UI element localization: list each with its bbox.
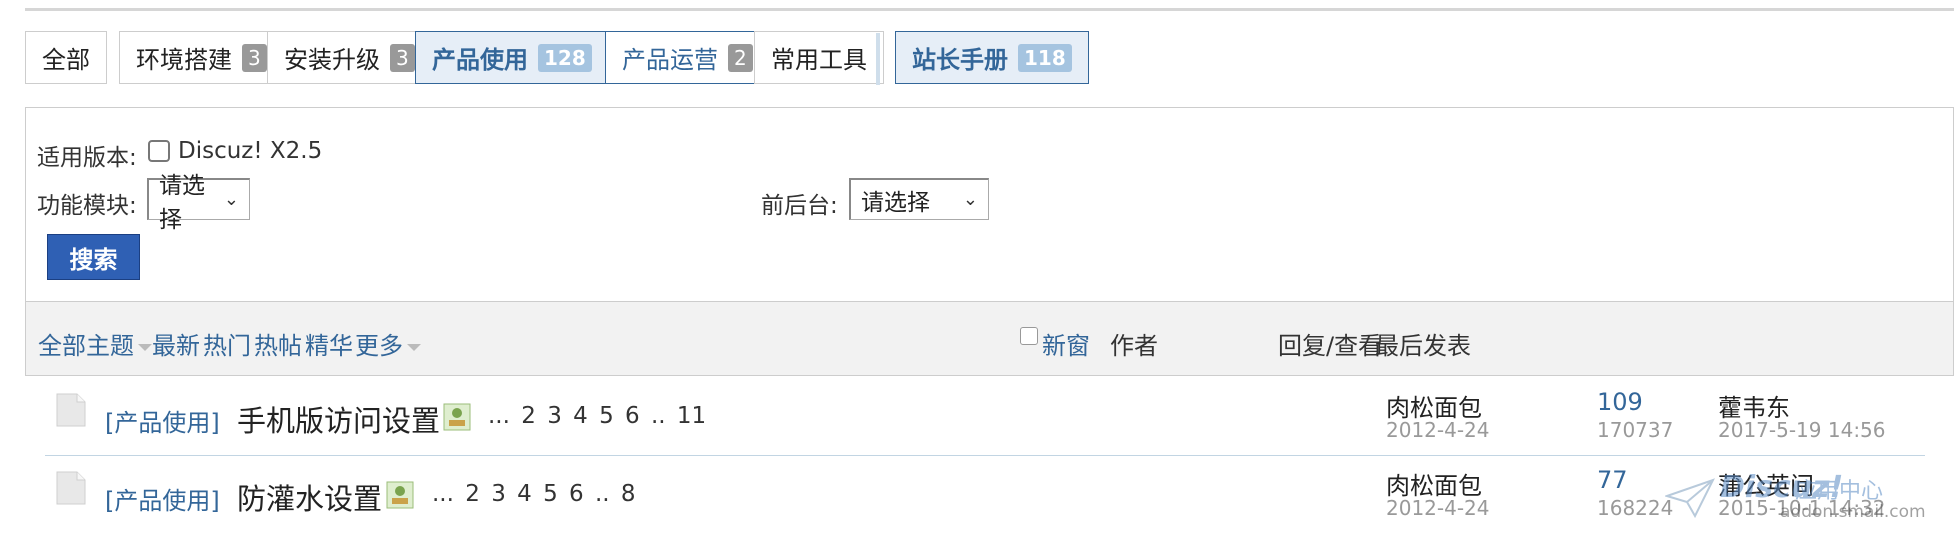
filter-digest[interactable]: 精华 (305, 326, 353, 361)
caret-down-icon (138, 343, 152, 351)
thread-views: 168224 (1597, 496, 1674, 520)
tab-label: 产品运营 (622, 46, 718, 74)
module-label: 功能模块: (37, 193, 137, 219)
reply-view-column-header: 回复/查看 (1278, 332, 1383, 360)
tab-label: 环境搭建 (136, 46, 232, 74)
side-select-value: 请选择 (861, 189, 930, 216)
version-label: 适用版本: (37, 145, 137, 171)
tab-all[interactable]: 全部 (25, 31, 107, 84)
last-post-column-header: 最后发表 (1375, 332, 1471, 360)
version-option-label: Discuz! X2.5 (178, 138, 323, 164)
filter-more[interactable]: 更多 (355, 326, 421, 361)
filter-hot-posts[interactable]: 热帖 (254, 326, 302, 361)
filter-latest[interactable]: 最新 (152, 326, 200, 361)
tab-count-badge: 2 (728, 43, 753, 72)
author-column-header: 作者 (1110, 332, 1158, 360)
tab-product-operation[interactable]: 产品运营 2 (605, 31, 770, 84)
tab-label: 站长手册 (912, 46, 1008, 74)
tab-count-badge: 3 (242, 43, 267, 72)
side-select[interactable]: 请选择 ⌄ (849, 178, 989, 220)
version-checkbox[interactable] (148, 140, 170, 162)
tab-common-tools[interactable]: 常用工具 (754, 31, 884, 84)
filter-all-threads[interactable]: 全部主题 (38, 326, 152, 361)
module-select[interactable]: 请选择 ⌄ (147, 173, 250, 233)
tab-label: 安装升级 (284, 46, 380, 74)
side-label: 前后台: (761, 193, 838, 219)
document-icon (56, 471, 86, 505)
tab-product-usage[interactable]: 产品使用 128 (415, 31, 609, 84)
tab-count-badge: 118 (1018, 43, 1072, 72)
tab-label: 产品使用 (432, 46, 528, 74)
tab-count-badge: 3 (390, 43, 415, 72)
watermark-email: addon.smail.com (1780, 502, 1926, 522)
tab-divider (876, 33, 880, 85)
top-divider (25, 8, 1954, 11)
tab-install-upgrade[interactable]: 安装升级 3 (267, 31, 432, 84)
thread-row: [产品使用] 手机版访问设置 ... 2 3 4 5 6 .. 11 肉松面包 … (45, 378, 1925, 456)
thread-last-date[interactable]: 2017-5-19 14:56 (1718, 418, 1886, 442)
chevron-down-icon: ⌄ (223, 189, 239, 210)
watermark-site: 应用中心 (1795, 479, 1884, 504)
chevron-down-icon: ⌄ (962, 189, 978, 210)
filter-all-threads-label: 全部主题 (38, 332, 134, 360)
tab-webmaster-manual[interactable]: 站长手册 118 (895, 31, 1089, 84)
thread-title[interactable]: 防灌水设置 (237, 476, 382, 518)
thread-pagination[interactable]: ... 2 3 4 5 6 .. 8 (432, 481, 636, 507)
thread-title[interactable]: 手机版访问设置 (237, 398, 440, 440)
thread-category[interactable]: [产品使用] (105, 481, 220, 516)
thread-views: 170737 (1597, 418, 1674, 442)
filter-hot[interactable]: 热门 (203, 326, 251, 361)
new-window-checkbox[interactable] (1020, 327, 1038, 345)
caret-down-icon (407, 343, 421, 351)
thread-list-header: 全部主题 最新 热门 热帖 精华 更多 新窗 作者 回复/查看 最后发表 (25, 301, 1954, 376)
thread-row: [产品使用] 防灌水设置 ... 2 3 4 5 6 .. 8 肉松面包 201… (45, 456, 1925, 534)
tab-count-badge: 128 (538, 43, 592, 72)
thread-replies[interactable]: 109 (1597, 388, 1643, 416)
watermark: Discuz! 应用中心 addon.smail.com (1665, 470, 1945, 530)
thread-replies[interactable]: 77 (1597, 466, 1628, 494)
filter-more-label: 更多 (355, 332, 403, 360)
thread-pagination[interactable]: ... 2 3 4 5 6 .. 11 (488, 403, 706, 429)
tab-label: 常用工具 (771, 46, 867, 74)
thread-category[interactable]: [产品使用] (105, 403, 220, 438)
filter-panel: 适用版本: Discuz! X2.5 功能模块: 请选择 ⌄ 前后台: 请选择 … (25, 107, 1954, 301)
paper-plane-icon (1665, 478, 1715, 518)
image-attachment-icon (443, 403, 471, 431)
document-icon (56, 393, 86, 427)
search-button[interactable]: 搜索 (47, 234, 140, 280)
image-attachment-icon (386, 481, 414, 509)
new-window-label[interactable]: 新窗 (1042, 326, 1090, 361)
thread-author-date: 2012-4-24 (1386, 418, 1490, 442)
tab-label: 全部 (42, 46, 90, 74)
tab-environment[interactable]: 环境搭建 3 (119, 31, 284, 84)
module-select-value: 请选择 (159, 172, 205, 233)
thread-author-date: 2012-4-24 (1386, 496, 1490, 520)
